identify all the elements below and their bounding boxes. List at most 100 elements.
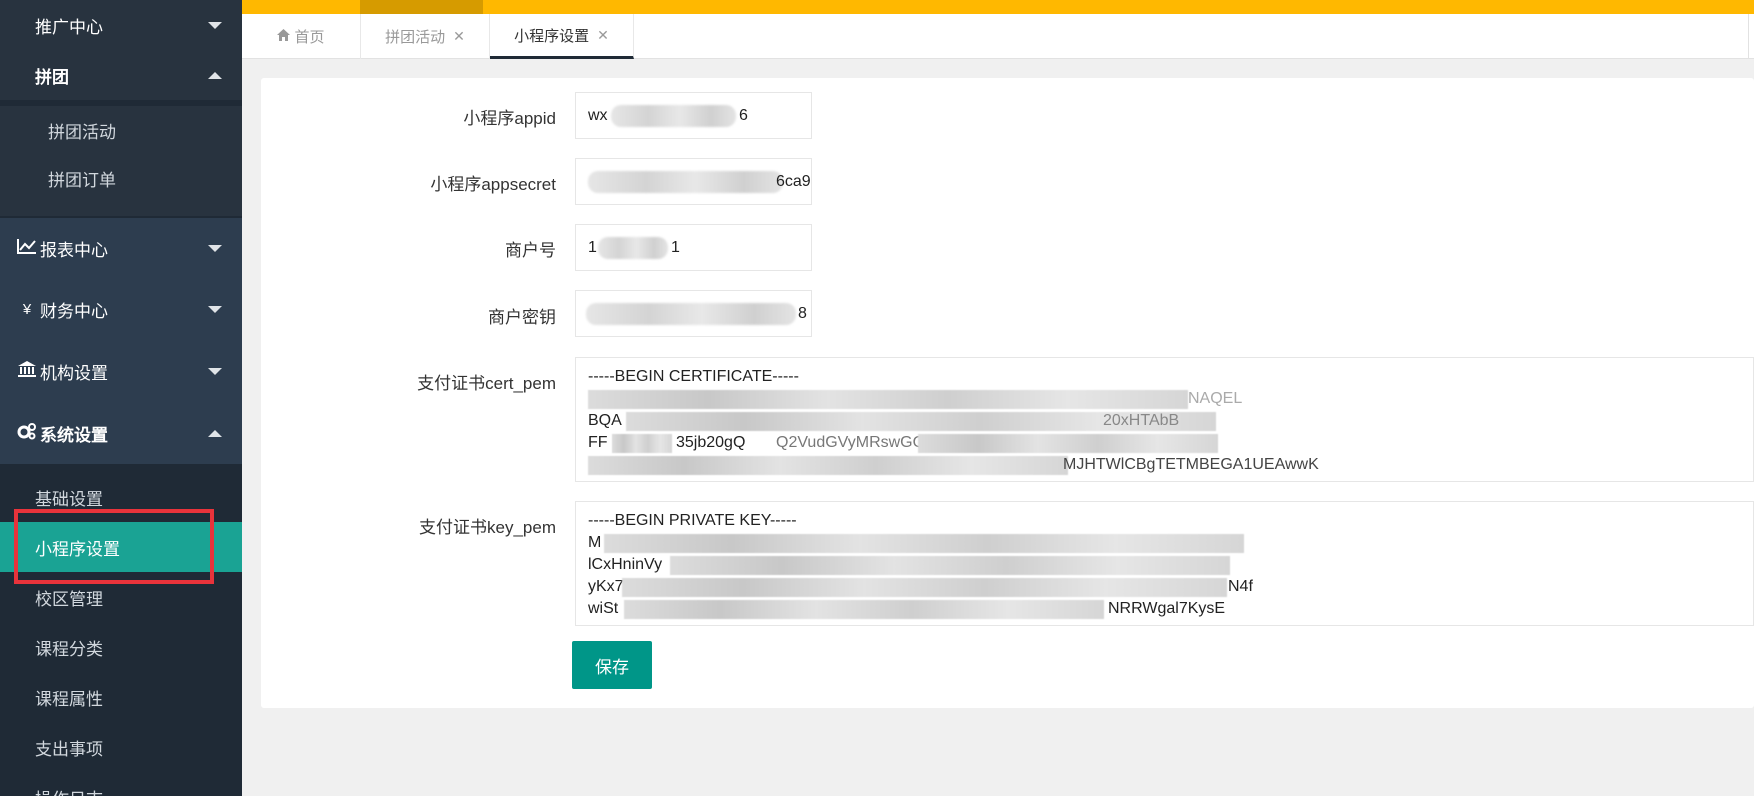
redaction-blur — [622, 578, 1227, 597]
chevron-up-icon — [208, 71, 222, 79]
tab-label: 拼团活动 — [385, 29, 446, 46]
key-line-1: -----BEGIN PRIVATE KEY----- — [588, 512, 797, 529]
chevron-down-icon — [208, 305, 222, 313]
cert-pem-label: 支付证书cert_pem — [417, 374, 556, 393]
tab-bar-edge — [1748, 14, 1754, 59]
redaction-blur — [611, 104, 736, 127]
sidebar-item-label: 拼团订单 — [48, 170, 116, 190]
close-icon[interactable]: ✕ — [597, 27, 609, 44]
appsecret-label: 小程序appsecret — [430, 175, 556, 194]
redaction-blur — [612, 434, 672, 453]
redaction-blur — [586, 302, 796, 325]
key-line-5-end: NRRWgal7KysE — [1108, 600, 1226, 617]
appid-value-end: 6 — [739, 106, 748, 124]
sidebar-item-course-attributes[interactable]: 课程属性 — [0, 672, 242, 722]
save-button[interactable]: 保存 — [572, 641, 652, 689]
sidebar-item-label: 机构设置 — [40, 363, 108, 383]
cert-line-4: FF 35jb20gQ Q2VudGVyMRswGQYDV — [588, 432, 1741, 454]
sidebar-item-label: 课程属性 — [35, 689, 103, 709]
sidebar-item-label: 支出事项 — [35, 739, 103, 759]
sidebar-item-label: 基础设置 — [35, 489, 103, 509]
key-pem-label: 支付证书key_pem — [419, 518, 556, 537]
key-line-5-start: wiSt — [588, 600, 619, 617]
sidebar-item-label: 推广中心 — [35, 17, 103, 37]
appsecret-value-end: 6ca9 — [776, 172, 811, 190]
redaction-blur — [588, 170, 783, 193]
sidebar-item-group-buy-activity[interactable]: 拼团活动 — [0, 106, 242, 154]
key-line-2-start: M — [588, 534, 602, 551]
sidebar-item-label: 拼团活动 — [48, 122, 116, 142]
tab-group-buy-activity[interactable]: 拼团活动 ✕ — [361, 14, 490, 59]
merchant-key-value-end: 8 — [798, 304, 807, 322]
appid-input[interactable]: wx 6 — [575, 92, 812, 139]
sidebar-item-institution[interactable]: 机构设置 — [0, 340, 242, 402]
tab-bar: 首页 拼团活动 ✕ 小程序设置 ✕ — [242, 14, 1754, 59]
key-line-2: M — [588, 532, 1741, 554]
cert-line-2: NAQEL — [588, 388, 1741, 410]
sidebar-item-finance[interactable]: ¥ 财务中心 — [0, 278, 242, 340]
cert-line-4-start: FF — [588, 434, 608, 451]
merchant-key-label: 商户密钥 — [488, 308, 556, 327]
tab-miniprogram-settings[interactable]: 小程序设置 ✕ — [490, 14, 634, 59]
tab-label: 首页 — [294, 29, 325, 46]
cert-pem-textarea[interactable]: -----BEGIN CERTIFICATE----- NAQEL BQA 20… — [575, 357, 1754, 482]
merchant-id-input[interactable]: 1 1 — [575, 224, 812, 271]
tab-home[interactable]: 首页 — [242, 14, 361, 59]
highlight-box — [14, 509, 214, 584]
sidebar-item-logs[interactable]: 操作日志 — [0, 772, 242, 796]
sidebar-item-label: 操作日志 — [35, 785, 103, 796]
sidebar-item-label: 报表中心 — [40, 240, 108, 260]
sidebar-item-reports[interactable]: 报表中心 — [0, 218, 242, 278]
sidebar-item-label: 校区管理 — [35, 589, 103, 609]
appsecret-input[interactable]: 6ca9 — [575, 158, 812, 205]
redaction-blur — [604, 534, 1244, 553]
sidebar-item-course-category[interactable]: 课程分类 — [0, 622, 242, 672]
sidebar-item-system-settings[interactable]: 系统设置 — [0, 402, 242, 464]
merchant-key-input[interactable]: 8 — [575, 290, 812, 337]
yen-icon: ¥ — [22, 300, 32, 318]
close-icon[interactable]: ✕ — [453, 28, 465, 45]
cert-line-1: -----BEGIN CERTIFICATE----- — [588, 368, 799, 385]
key-line-3: lCxHninVy — [588, 554, 1741, 576]
chart-line-icon — [16, 238, 38, 258]
sidebar-item-expenses[interactable]: 支出事项 — [0, 722, 242, 772]
redaction-blur — [588, 390, 1188, 409]
key-line-3-start: lCxHninVy — [588, 556, 663, 573]
cert-line-3-start: BQA — [588, 412, 622, 429]
key-line-4-start: yKx7 — [588, 578, 624, 595]
redaction-blur — [598, 236, 668, 259]
redaction-blur — [588, 456, 1068, 475]
redaction-blur — [624, 600, 1104, 619]
appid-value-start: wx — [588, 106, 608, 124]
top-bar — [242, 0, 1754, 14]
sidebar-item-label: 系统设置 — [40, 425, 108, 445]
merchant-id-label: 商户号 — [505, 241, 556, 260]
cert-line-2-end: NAQEL — [1188, 390, 1243, 407]
merchant-id-value-start: 1 — [588, 238, 597, 256]
sidebar-item-group-buy-orders[interactable]: 拼团订单 — [0, 154, 242, 216]
gears-icon — [16, 422, 38, 444]
sidebar: 推广中心 拼团 拼团活动 拼团订单 报表中心 ¥ 财务中心 机构设置 系统设置 — [0, 0, 242, 796]
chevron-down-icon — [208, 21, 222, 29]
cert-line-3-mid: 20xHTAbB — [1103, 412, 1180, 429]
sidebar-item-group-buy[interactable]: 拼团 — [0, 50, 242, 100]
chevron-down-icon — [208, 367, 222, 375]
cert-line-5-end: MJHTWlCBgTETMBEGA1UEAwwK — [1063, 456, 1319, 473]
sidebar-item-promotion[interactable]: 推广中心 — [0, 0, 242, 50]
sidebar-item-label: 课程分类 — [35, 639, 103, 659]
cert-line-3: BQA 20xHTAbB — [588, 410, 1741, 432]
sidebar-item-label: 财务中心 — [40, 301, 108, 321]
home-icon — [277, 28, 291, 45]
chevron-down-icon — [208, 244, 222, 252]
appid-label: 小程序appid — [463, 109, 556, 128]
key-line-4: yKx7 N4f — [588, 576, 1741, 598]
cert-line-5: MJHTWlCBgTETMBEGA1UEAwwK — [588, 454, 1741, 476]
key-line-5: wiSt NRRWgal7KysE — [588, 598, 1741, 620]
tab-label: 小程序设置 — [514, 27, 590, 45]
redaction-blur — [918, 434, 1218, 453]
redaction-blur — [670, 556, 1230, 575]
key-line-4-end: N4f — [1228, 578, 1253, 595]
top-bar-segment — [360, 0, 483, 14]
key-pem-textarea[interactable]: -----BEGIN PRIVATE KEY----- M lCxHninVy … — [575, 501, 1754, 626]
cert-line-4-mid: 35jb20gQ — [676, 434, 746, 451]
